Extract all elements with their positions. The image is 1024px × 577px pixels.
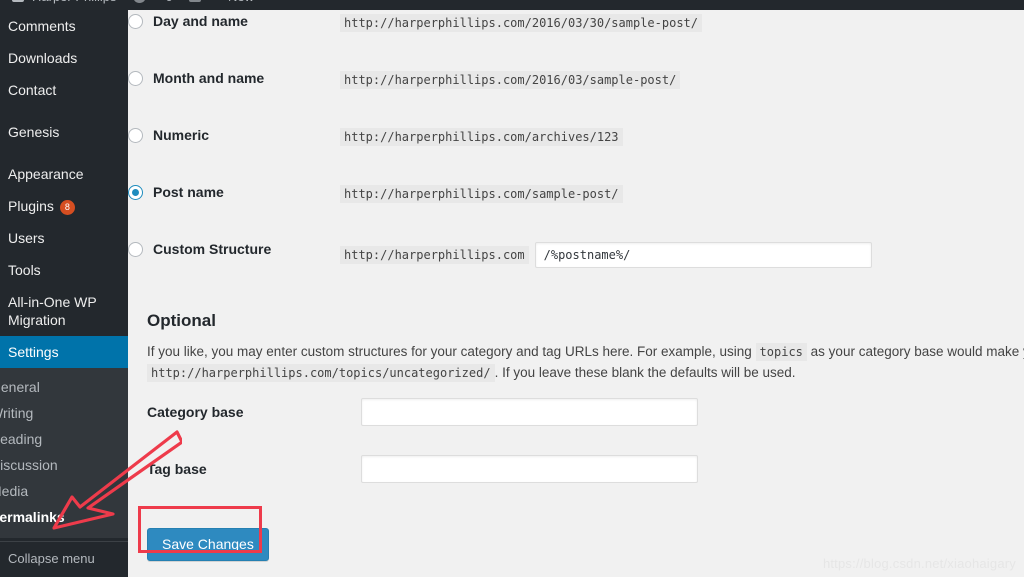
custom-structure-prefix: http://harperphillips.com bbox=[340, 246, 529, 264]
sidebar-item-appearance[interactable]: Appearance bbox=[0, 158, 128, 190]
sidebar-subitem-reading[interactable]: Reading bbox=[0, 426, 128, 452]
admin-bar-comments-icon[interactable] bbox=[133, 0, 150, 4]
sidebar-item-label: Settings bbox=[8, 344, 59, 360]
category-base-row: Category base bbox=[147, 383, 1024, 440]
optional-code-example-url: http://harperphillips.com/topics/uncateg… bbox=[147, 364, 495, 382]
tag-base-input[interactable] bbox=[361, 455, 698, 483]
sidebar-item-tools[interactable]: Tools bbox=[0, 254, 128, 286]
sidebar-item-all-in-one-wp-migration[interactable]: All-in-One WP Migration bbox=[0, 286, 128, 336]
sidebar-subitem-label: Media bbox=[0, 483, 28, 499]
collapse-menu-button[interactable]: Collapse menu bbox=[0, 542, 128, 577]
sidebar-item-label: Contact bbox=[8, 82, 56, 98]
sidebar-subitem-label: General bbox=[0, 379, 40, 395]
permalink-example-post-name: http://harperphillips.com/sample-post/ bbox=[340, 181, 623, 203]
sidebar-item-label: Plugins bbox=[8, 198, 54, 214]
permalink-example-numeric: http://harperphillips.com/archives/123 bbox=[340, 124, 623, 146]
sidebar-subitem-media[interactable]: Media bbox=[0, 478, 128, 504]
category-base-label: Category base bbox=[147, 404, 361, 420]
wordpress-logo-icon[interactable] bbox=[12, 0, 24, 2]
admin-sidebar: Comments Downloads Contact Genesis Appea… bbox=[0, 10, 128, 577]
permalink-example-month-and-name: http://harperphillips.com/2016/03/sample… bbox=[340, 67, 680, 89]
permalink-option-label-day-and-name[interactable]: Day and name bbox=[128, 10, 340, 29]
sidebar-item-label: Genesis bbox=[8, 124, 59, 140]
sidebar-subitem-label: Writing bbox=[0, 405, 33, 421]
screen-root: Harper Phillips 0 + New Comments Downloa… bbox=[0, 0, 1024, 577]
admin-bar-site-name[interactable]: Harper Phillips bbox=[32, 0, 117, 4]
optional-description: If you like, you may enter custom struct… bbox=[147, 342, 1024, 383]
permalink-option-label-month-and-name[interactable]: Month and name bbox=[128, 67, 340, 86]
radio-custom-structure[interactable] bbox=[128, 242, 143, 257]
permalink-example-code: http://harperphillips.com/2016/03/30/sam… bbox=[340, 14, 702, 32]
permalink-example-code: http://harperphillips.com/archives/123 bbox=[340, 128, 623, 146]
sidebar-menu-list: Comments Downloads Contact Genesis Appea… bbox=[0, 10, 128, 538]
admin-bar-speech-bubble-icon[interactable] bbox=[189, 0, 201, 4]
permalink-option-row: Month and name http://harperphillips.com… bbox=[128, 67, 1024, 124]
sidebar-subitem-permalinks[interactable]: Permalinks bbox=[0, 504, 128, 530]
sidebar-item-label: Comments bbox=[8, 18, 76, 34]
sidebar-subitem-discussion[interactable]: Discussion bbox=[0, 452, 128, 478]
sidebar-subitem-general[interactable]: General bbox=[0, 374, 128, 400]
sidebar-item-comments[interactable]: Comments bbox=[0, 10, 128, 42]
sidebar-item-contact[interactable]: Contact bbox=[0, 74, 128, 106]
permalink-settings-table: Day and name http://harperphillips.com/2… bbox=[128, 10, 1024, 295]
sidebar-item-label: All-in-One WP Migration bbox=[8, 294, 96, 328]
sidebar-item-label: Tools bbox=[8, 262, 41, 278]
collapse-menu-label: Collapse menu bbox=[8, 551, 95, 566]
optional-text-part2: as your category base would make your bbox=[811, 344, 1024, 359]
radio-numeric[interactable] bbox=[128, 128, 143, 143]
sidebar-separator bbox=[0, 148, 128, 158]
permalink-option-label-post-name[interactable]: Post name bbox=[128, 181, 340, 200]
admin-bar-new-content[interactable]: + New bbox=[217, 0, 254, 4]
permalink-option-row: Post name http://harperphillips.com/samp… bbox=[128, 181, 1024, 238]
optional-text-part1: If you like, you may enter custom struct… bbox=[147, 344, 752, 359]
permalink-example-code: http://harperphillips.com/2016/03/sample… bbox=[340, 71, 680, 89]
custom-structure-input[interactable]: /%postname%/ bbox=[535, 242, 872, 268]
main-content: Day and name http://harperphillips.com/2… bbox=[128, 10, 1024, 577]
sidebar-item-label: Downloads bbox=[8, 50, 77, 66]
optional-text-part3: . If you leave these blank the defaults … bbox=[495, 365, 796, 380]
permalink-option-row: Custom Structure http://harperphillips.c… bbox=[128, 238, 1024, 295]
optional-code-topics: topics bbox=[756, 343, 807, 361]
sidebar-item-plugins[interactable]: Plugins 8 bbox=[0, 190, 128, 222]
plugins-update-badge: 8 bbox=[60, 200, 75, 215]
watermark: https://blog.csdn.net/xiaohaigary bbox=[823, 556, 1016, 571]
permalink-option-label-custom-structure[interactable]: Custom Structure bbox=[128, 238, 340, 257]
sidebar-item-label: Appearance bbox=[8, 166, 84, 182]
permalink-example-day-and-name: http://harperphillips.com/2016/03/30/sam… bbox=[340, 10, 702, 32]
tag-base-label: Tag base bbox=[147, 461, 361, 477]
tag-base-row: Tag base bbox=[147, 440, 1024, 497]
admin-bar: Harper Phillips 0 + New bbox=[0, 0, 1024, 10]
admin-bar-comment-count: 0 bbox=[166, 0, 173, 4]
sidebar-subitem-label: Discussion bbox=[0, 457, 58, 473]
sidebar-separator bbox=[0, 106, 128, 116]
permalink-option-label-numeric[interactable]: Numeric bbox=[128, 124, 340, 143]
optional-heading: Optional bbox=[147, 303, 1024, 331]
radio-day-and-name[interactable] bbox=[128, 14, 143, 29]
sidebar-item-label: Users bbox=[8, 230, 45, 246]
sidebar-submenu-settings: General Writing Reading Discussion Media… bbox=[0, 368, 128, 538]
sidebar-item-genesis[interactable]: Genesis bbox=[0, 116, 128, 148]
permalink-custom-structure-value: http://harperphillips.com /%postname%/ bbox=[340, 238, 872, 268]
sidebar-subitem-label: Reading bbox=[0, 431, 42, 447]
permalink-option-row: Day and name http://harperphillips.com/2… bbox=[128, 10, 1024, 67]
category-base-input[interactable] bbox=[361, 398, 698, 426]
sidebar-item-settings[interactable]: Settings bbox=[0, 336, 128, 368]
sidebar-subitem-writing[interactable]: Writing bbox=[0, 400, 128, 426]
radio-month-and-name[interactable] bbox=[128, 71, 143, 86]
permalink-option-row: Numeric http://harperphillips.com/archiv… bbox=[128, 124, 1024, 181]
collapse-menu-wrap: Collapse menu bbox=[0, 541, 128, 577]
save-changes-button[interactable]: Save Changes bbox=[147, 528, 269, 561]
permalink-example-code: http://harperphillips.com/sample-post/ bbox=[340, 185, 623, 203]
sidebar-item-users[interactable]: Users bbox=[0, 222, 128, 254]
sidebar-item-downloads[interactable]: Downloads bbox=[0, 42, 128, 74]
radio-post-name[interactable] bbox=[128, 185, 143, 200]
sidebar-subitem-label: Permalinks bbox=[0, 509, 65, 525]
